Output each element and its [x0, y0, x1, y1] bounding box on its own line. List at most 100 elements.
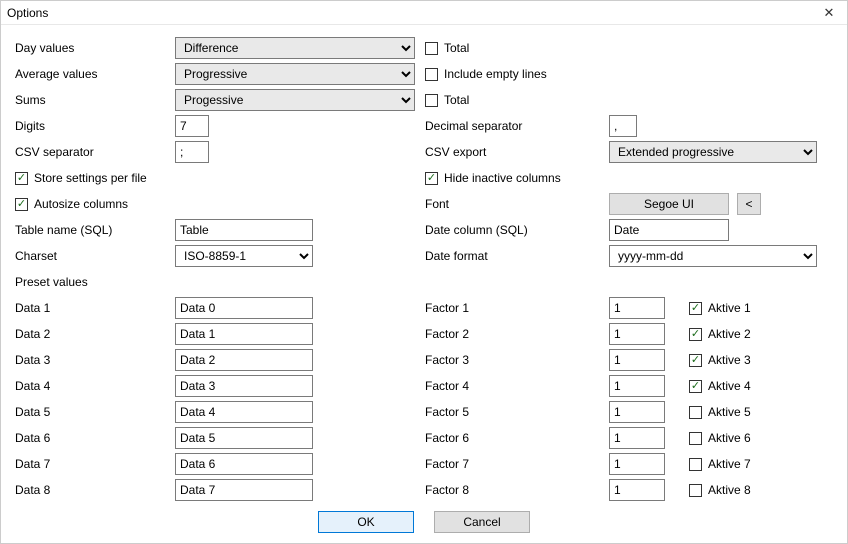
aktive-label: Aktive 7: [708, 457, 751, 471]
checkbox-icon: [425, 42, 438, 55]
font-button[interactable]: Segoe UI: [609, 193, 729, 215]
factor-label: Factor 6: [425, 431, 609, 445]
data-label: Data 4: [15, 379, 175, 393]
table-name-input[interactable]: [175, 219, 313, 241]
label-include-empty: Include empty lines: [444, 67, 547, 81]
checkbox-icon: [15, 172, 28, 185]
aktive-checkbox[interactable]: Aktive 8: [689, 483, 751, 497]
label-table-name-sql: Table name (SQL): [15, 223, 175, 237]
aktive-checkbox[interactable]: Aktive 2: [689, 327, 751, 341]
label-autosize-columns: Autosize columns: [34, 197, 128, 211]
label-store-per-file: Store settings per file: [34, 171, 147, 185]
data-label: Data 8: [15, 483, 175, 497]
font-browse-button[interactable]: <: [737, 193, 761, 215]
checkbox-icon: [689, 484, 702, 497]
day-values-select[interactable]: Difference: [175, 37, 415, 59]
date-format-select[interactable]: yyyy-mm-dd: [609, 245, 817, 267]
csv-separator-input[interactable]: [175, 141, 209, 163]
date-column-input[interactable]: [609, 219, 729, 241]
csv-export-select[interactable]: Extended progressive: [609, 141, 817, 163]
preset-row: Data 3 Factor 3 Aktive 3: [15, 347, 833, 373]
checkbox-icon: [689, 458, 702, 471]
label-date-format: Date format: [425, 249, 609, 263]
factor-label: Factor 3: [425, 353, 609, 367]
window-title: Options: [7, 6, 817, 20]
close-icon[interactable]: ✕: [817, 5, 841, 21]
factor-input[interactable]: [609, 375, 665, 397]
checkbox-icon: [689, 302, 702, 315]
label-hide-inactive: Hide inactive columns: [444, 171, 561, 185]
checkbox-icon: [425, 68, 438, 81]
factor-input[interactable]: [609, 479, 665, 501]
autosize-columns-checkbox[interactable]: Autosize columns: [15, 197, 128, 211]
checkbox-icon: [425, 94, 438, 107]
label-sums: Sums: [15, 93, 175, 107]
factor-label: Factor 5: [425, 405, 609, 419]
data-input[interactable]: [175, 375, 313, 397]
aktive-checkbox[interactable]: Aktive 1: [689, 301, 751, 315]
digits-input[interactable]: [175, 115, 209, 137]
store-per-file-checkbox[interactable]: Store settings per file: [15, 171, 147, 185]
content: Day values Difference Average values Pro…: [1, 25, 847, 505]
checkbox-icon: [425, 172, 438, 185]
factor-label: Factor 4: [425, 379, 609, 393]
sums-select[interactable]: Progessive: [175, 89, 415, 111]
factor-input[interactable]: [609, 323, 665, 345]
label-digits: Digits: [15, 119, 175, 133]
label-csv-export: CSV export: [425, 145, 609, 159]
data-input[interactable]: [175, 297, 313, 319]
label-font: Font: [425, 197, 609, 211]
preset-row: Data 1 Factor 1 Aktive 1: [15, 295, 833, 321]
preset-row: Data 2 Factor 2 Aktive 2: [15, 321, 833, 347]
aktive-checkbox[interactable]: Aktive 7: [689, 457, 751, 471]
data-label: Data 1: [15, 301, 175, 315]
aktive-checkbox[interactable]: Aktive 5: [689, 405, 751, 419]
preset-row: Data 4 Factor 4 Aktive 4: [15, 373, 833, 399]
label-date-column-sql: Date column (SQL): [425, 223, 609, 237]
aktive-label: Aktive 5: [708, 405, 751, 419]
data-input[interactable]: [175, 427, 313, 449]
charset-select[interactable]: ISO-8859-1: [175, 245, 313, 267]
ok-button[interactable]: OK: [318, 511, 414, 533]
aktive-label: Aktive 1: [708, 301, 751, 315]
factor-label: Factor 1: [425, 301, 609, 315]
data-label: Data 3: [15, 353, 175, 367]
label-decimal-separator: Decimal separator: [425, 119, 609, 133]
decimal-separator-input[interactable]: [609, 115, 637, 137]
data-input[interactable]: [175, 323, 313, 345]
preset-row: Data 5Factor 5Aktive 5: [15, 399, 833, 425]
include-empty-checkbox[interactable]: Include empty lines: [425, 67, 547, 81]
total2-checkbox[interactable]: Total: [425, 93, 469, 107]
label-total1: Total: [444, 41, 469, 55]
total1-checkbox[interactable]: Total: [425, 41, 469, 55]
hide-inactive-checkbox[interactable]: Hide inactive columns: [425, 171, 561, 185]
factor-input[interactable]: [609, 427, 665, 449]
checkbox-icon: [689, 354, 702, 367]
label-preset-values: Preset values: [15, 275, 88, 289]
data-input[interactable]: [175, 401, 313, 423]
aktive-label: Aktive 4: [708, 379, 751, 393]
factor-input[interactable]: [609, 349, 665, 371]
aktive-checkbox[interactable]: Aktive 3: [689, 353, 751, 367]
data-label: Data 7: [15, 457, 175, 471]
average-values-select[interactable]: Progressive: [175, 63, 415, 85]
data-label: Data 2: [15, 327, 175, 341]
label-charset: Charset: [15, 249, 175, 263]
data-input[interactable]: [175, 453, 313, 475]
aktive-label: Aktive 6: [708, 431, 751, 445]
preset-row: Data 6Factor 6Aktive 6: [15, 425, 833, 451]
checkbox-icon: [689, 406, 702, 419]
factor-input[interactable]: [609, 297, 665, 319]
checkbox-icon: [689, 432, 702, 445]
factor-label: Factor 2: [425, 327, 609, 341]
preset-row: Data 7Factor 7Aktive 7: [15, 451, 833, 477]
data-input[interactable]: [175, 479, 313, 501]
data-input[interactable]: [175, 349, 313, 371]
aktive-checkbox[interactable]: Aktive 4: [689, 379, 751, 393]
label-day-values: Day values: [15, 41, 175, 55]
factor-input[interactable]: [609, 453, 665, 475]
aktive-checkbox[interactable]: Aktive 6: [689, 431, 751, 445]
checkbox-icon: [689, 380, 702, 393]
cancel-button[interactable]: Cancel: [434, 511, 530, 533]
factor-input[interactable]: [609, 401, 665, 423]
